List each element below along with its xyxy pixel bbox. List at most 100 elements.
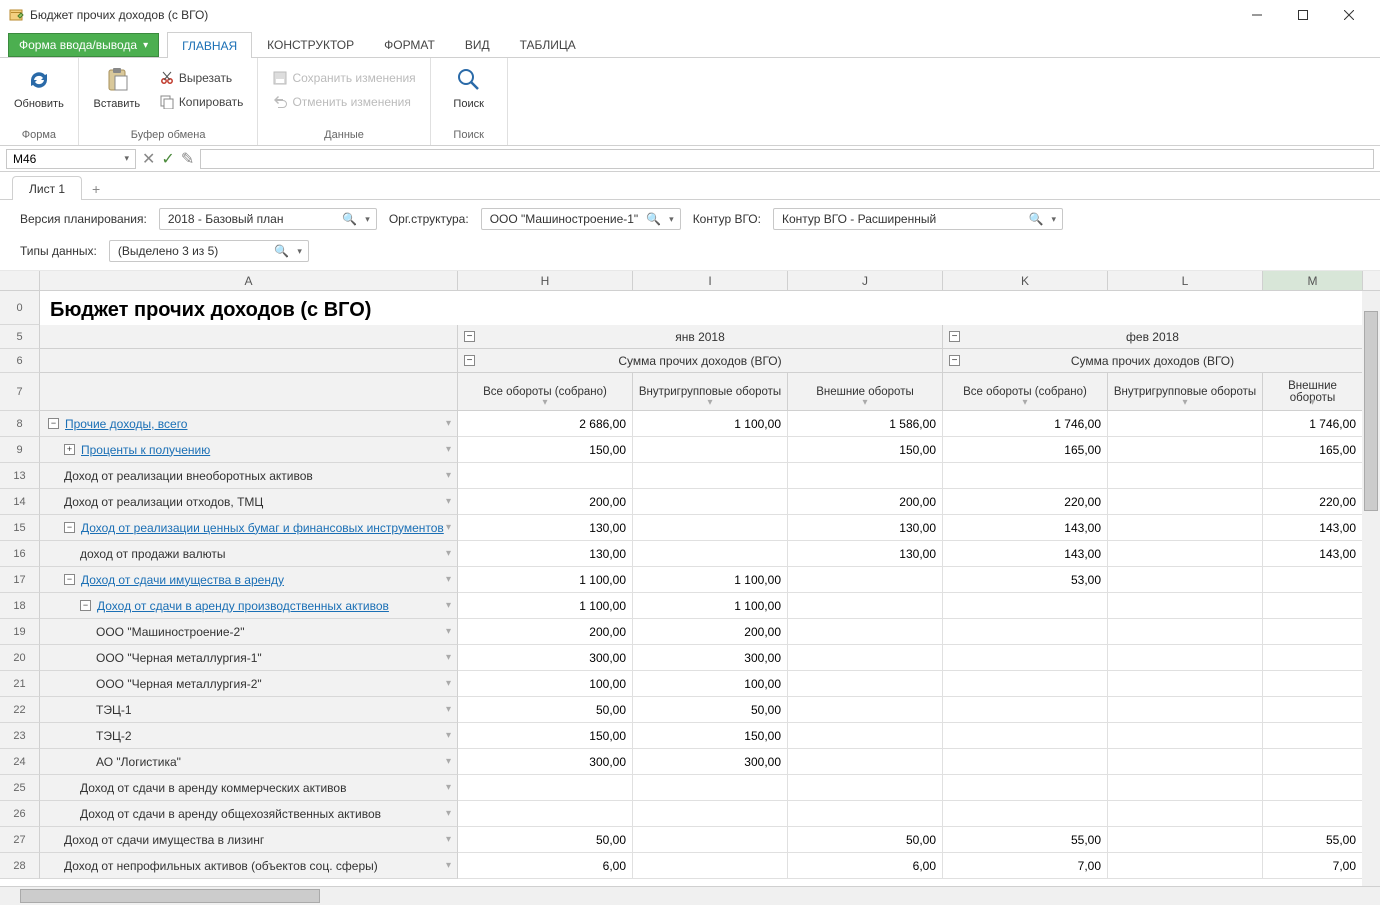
data-cell bbox=[633, 541, 788, 567]
expand-icon[interactable]: − bbox=[64, 522, 75, 533]
vgo-label: Контур ВГО: bbox=[693, 212, 761, 226]
cut-button[interactable]: Вырезать bbox=[155, 68, 248, 88]
filter-icon[interactable]: ▾ bbox=[1310, 397, 1315, 408]
data-cell: 100,00 bbox=[633, 671, 788, 697]
data-cell bbox=[1108, 515, 1263, 541]
data-cell: 150,00 bbox=[458, 723, 633, 749]
filter-icon[interactable]: ▾ bbox=[446, 418, 451, 429]
filter-icon[interactable]: ▾ bbox=[446, 808, 451, 819]
accept-edit-icon[interactable]: ✓ bbox=[161, 149, 174, 169]
spreadsheet-grid[interactable]: AHIJKLM 0Бюджет прочих доходов (с ВГО)5−… bbox=[0, 271, 1380, 887]
save-changes-button[interactable]: Сохранить изменения bbox=[268, 68, 419, 88]
filter-icon[interactable]: ▾ bbox=[862, 397, 867, 408]
filter-panel: Версия планирования: 2018 - Базовый план… bbox=[0, 200, 1380, 271]
filter-icon[interactable]: ▾ bbox=[446, 600, 451, 611]
filter-icon[interactable]: ▾ bbox=[707, 397, 712, 408]
data-cell bbox=[1263, 619, 1363, 645]
group-clip-label: Буфер обмена bbox=[131, 127, 206, 145]
filter-icon[interactable]: ▾ bbox=[446, 782, 451, 793]
collapse-icon[interactable]: − bbox=[464, 331, 475, 342]
filter-icon[interactable]: ▾ bbox=[446, 548, 451, 559]
data-cell bbox=[788, 749, 943, 775]
data-cell bbox=[458, 801, 633, 827]
data-cell: 200,00 bbox=[458, 619, 633, 645]
filter-icon[interactable]: ▾ bbox=[1022, 397, 1027, 408]
collapse-icon[interactable]: − bbox=[949, 355, 960, 366]
row-label: ООО "Черная металлургия-1"▾ bbox=[40, 645, 458, 671]
plan-version-combo[interactable]: 2018 - Базовый план🔍▾ bbox=[159, 208, 377, 230]
filter-icon[interactable]: ▾ bbox=[446, 834, 451, 845]
data-cell: 200,00 bbox=[633, 619, 788, 645]
data-cell: 130,00 bbox=[458, 541, 633, 567]
collapse-icon[interactable]: − bbox=[464, 355, 475, 366]
copy-button[interactable]: Копировать bbox=[155, 92, 248, 112]
filter-icon[interactable]: ▾ bbox=[446, 470, 451, 481]
cut-icon bbox=[159, 70, 175, 86]
formula-input[interactable] bbox=[200, 149, 1374, 169]
data-cell bbox=[943, 645, 1108, 671]
tab-constructor[interactable]: КОНСТРУКТОР bbox=[252, 31, 369, 57]
sheet-tab-1[interactable]: Лист 1 bbox=[12, 176, 82, 200]
maximize-button[interactable] bbox=[1280, 0, 1326, 30]
paste-button[interactable]: Вставить bbox=[89, 62, 145, 112]
data-cell bbox=[788, 723, 943, 749]
data-cell: 220,00 bbox=[1263, 489, 1363, 515]
data-cell bbox=[1263, 593, 1363, 619]
data-cell: 1 746,00 bbox=[943, 411, 1108, 437]
filter-icon[interactable]: ▾ bbox=[446, 444, 451, 455]
search-button[interactable]: Поиск bbox=[441, 62, 497, 112]
save-icon bbox=[272, 70, 288, 86]
tab-main[interactable]: ГЛАВНАЯ bbox=[167, 32, 252, 58]
org-combo[interactable]: ООО "Машиностроение-1"🔍▾ bbox=[481, 208, 681, 230]
name-box[interactable]: M46▾ bbox=[6, 149, 136, 169]
row-label: доход от продажи валюты▾ bbox=[40, 541, 458, 567]
filter-icon[interactable]: ▾ bbox=[446, 574, 451, 585]
refresh-button[interactable]: Обновить bbox=[10, 62, 68, 112]
row-label: Доход от реализации отходов, ТМЦ▾ bbox=[40, 489, 458, 515]
filter-icon[interactable]: ▾ bbox=[446, 496, 451, 507]
data-cell: 143,00 bbox=[1263, 541, 1363, 567]
filter-icon[interactable]: ▾ bbox=[446, 522, 451, 533]
tab-format[interactable]: ФОРМАТ bbox=[369, 31, 450, 57]
data-cell: 53,00 bbox=[943, 567, 1108, 593]
expand-icon[interactable]: − bbox=[48, 418, 59, 429]
row-label: ТЭЦ-1▾ bbox=[40, 697, 458, 723]
vgo-combo[interactable]: Контур ВГО - Расширенный🔍▾ bbox=[773, 208, 1063, 230]
data-cell bbox=[1263, 801, 1363, 827]
filter-icon[interactable]: ▾ bbox=[446, 730, 451, 741]
filter-icon[interactable]: ▾ bbox=[1182, 397, 1187, 408]
data-cell bbox=[633, 437, 788, 463]
org-label: Орг.структура: bbox=[389, 212, 469, 226]
add-sheet-button[interactable]: + bbox=[82, 181, 110, 199]
data-cell bbox=[633, 801, 788, 827]
expand-icon[interactable]: − bbox=[64, 574, 75, 585]
expand-icon[interactable]: − bbox=[80, 600, 91, 611]
filter-icon[interactable]: ▾ bbox=[446, 756, 451, 767]
data-cell: 130,00 bbox=[458, 515, 633, 541]
undo-icon bbox=[272, 94, 288, 110]
close-button[interactable] bbox=[1326, 0, 1372, 30]
expand-icon[interactable]: + bbox=[64, 444, 75, 455]
filter-icon[interactable]: ▾ bbox=[446, 652, 451, 663]
tab-view[interactable]: ВИД bbox=[450, 31, 505, 57]
filter-icon[interactable]: ▾ bbox=[446, 678, 451, 689]
data-cell: 300,00 bbox=[633, 749, 788, 775]
horizontal-scrollbar[interactable] bbox=[0, 887, 1380, 905]
minimize-button[interactable] bbox=[1234, 0, 1280, 30]
data-cell bbox=[1108, 671, 1263, 697]
filter-icon[interactable]: ▾ bbox=[446, 704, 451, 715]
cancel-edit-icon[interactable]: ✕ bbox=[142, 149, 155, 169]
data-cell bbox=[1108, 437, 1263, 463]
data-cell: 130,00 bbox=[788, 515, 943, 541]
cancel-changes-button[interactable]: Отменить изменения bbox=[268, 92, 419, 112]
collapse-icon[interactable]: − bbox=[949, 331, 960, 342]
fx-icon[interactable]: ✎ bbox=[181, 149, 194, 169]
filter-icon[interactable]: ▾ bbox=[446, 626, 451, 637]
data-types-combo[interactable]: (Выделено 3 из 5)🔍▾ bbox=[109, 240, 309, 262]
vertical-scrollbar[interactable] bbox=[1362, 291, 1380, 886]
mode-button[interactable]: Форма ввода/вывода▾ bbox=[8, 33, 159, 57]
tab-table[interactable]: ТАБЛИЦА bbox=[505, 31, 591, 57]
filter-icon[interactable]: ▾ bbox=[542, 397, 547, 408]
row-label: ООО "Черная металлургия-2"▾ bbox=[40, 671, 458, 697]
filter-icon[interactable]: ▾ bbox=[446, 860, 451, 871]
